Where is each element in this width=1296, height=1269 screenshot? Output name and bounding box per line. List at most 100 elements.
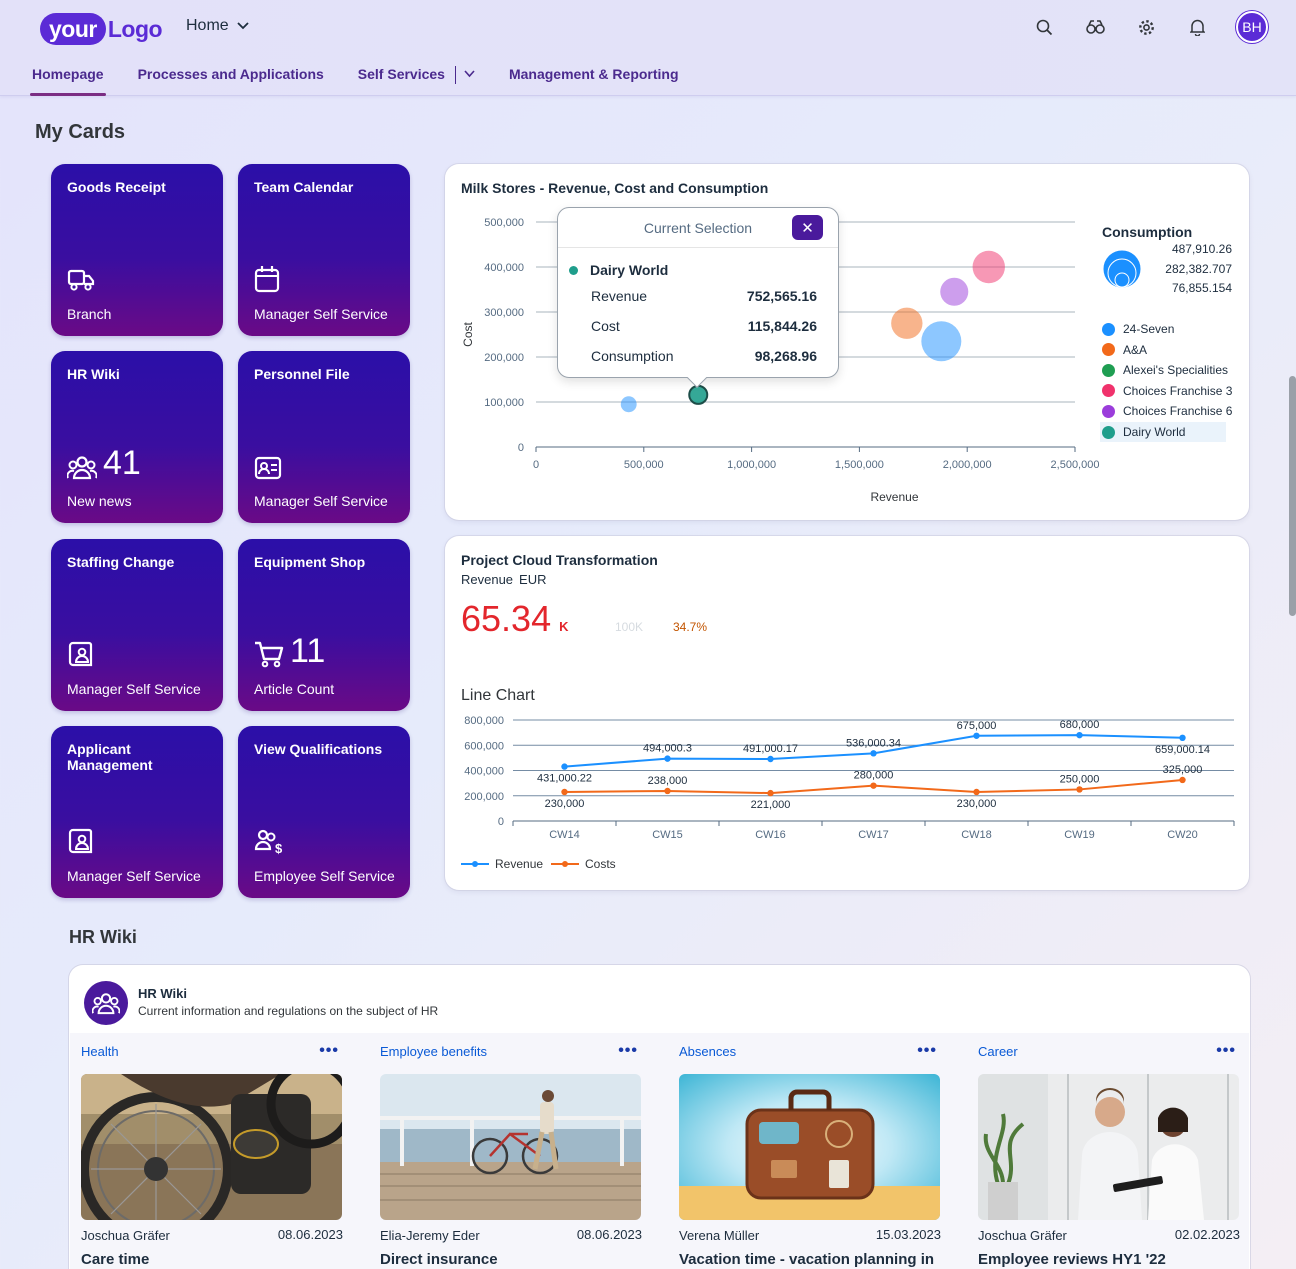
data-label: 536,000.34	[846, 737, 901, 749]
tab-processes-label: Processes and Applications	[137, 66, 324, 82]
person-badge-icon	[68, 828, 93, 854]
wiki-headline[interactable]: Employee reviews HY1 '22	[978, 1251, 1166, 1268]
bubble-a-a[interactable]	[891, 307, 923, 339]
wiki-image-wheelchair[interactable]	[81, 1074, 342, 1220]
wiki-headline[interactable]: Care time	[81, 1251, 149, 1268]
size-legend-value: 487,910.26	[1171, 242, 1232, 256]
data-point-revenue[interactable]	[1179, 734, 1186, 742]
more-options-icon[interactable]: •••	[917, 1042, 937, 1060]
scrollbar-thumb[interactable]	[1289, 376, 1296, 616]
tile-personnel-file[interactable]: Personnel File Manager Self Service	[238, 351, 410, 523]
tile-applicant-management[interactable]: Applicant Management Manager Self Servic…	[51, 726, 223, 898]
data-point-revenue[interactable]	[870, 750, 877, 757]
close-button[interactable]: ✕	[792, 215, 823, 240]
legend-item-24-seven[interactable]: 24-Seven	[1100, 319, 1174, 339]
home-menu-button[interactable]: Home	[186, 17, 249, 35]
wiki-category-link[interactable]: Employee benefits	[380, 1044, 487, 1059]
popover-row-cost: Cost 115,844.26	[591, 318, 817, 334]
popover-series-name: Dairy World	[590, 262, 669, 278]
bubble-24-seven[interactable]	[921, 321, 962, 362]
legend-label: Revenue	[495, 857, 544, 871]
wiki-image-bicycle-pier[interactable]	[380, 1074, 641, 1220]
size-legend-value: 282,382.707	[1165, 262, 1232, 276]
tile-view-qualifications[interactable]: View Qualifications $ Employee Self Serv…	[238, 726, 410, 898]
wiki-category-link[interactable]: Career	[978, 1044, 1018, 1059]
settings-icon[interactable]	[1134, 11, 1159, 43]
more-options-icon[interactable]: •••	[319, 1042, 339, 1060]
popover-value: 115,844.26	[747, 318, 817, 334]
coach-icon[interactable]	[1083, 11, 1108, 43]
data-point-revenue[interactable]	[561, 763, 568, 770]
data-point-revenue[interactable]	[767, 755, 774, 763]
data-point-revenue[interactable]	[973, 732, 980, 739]
wiki-category-link[interactable]: Absences	[679, 1044, 736, 1059]
legend-label: Costs	[585, 857, 616, 871]
tile-equipment-shop[interactable]: Equipment Shop 11 Article Count	[238, 539, 410, 711]
tile-goods-receipt[interactable]: Goods Receipt Branch	[51, 164, 223, 336]
company-logo[interactable]: your Logo	[40, 12, 163, 46]
tile-title: Equipment Shop	[254, 554, 366, 570]
data-label: 238,000	[648, 775, 688, 787]
legend-item-choices-franchise-3[interactable]: Choices Franchise 3	[1100, 381, 1232, 401]
legend-label: Alexei's Specialities	[1123, 363, 1229, 378]
legend-item-choices-franchise-6[interactable]: Choices Franchise 6	[1100, 401, 1232, 421]
data-point-costs[interactable]	[767, 789, 774, 797]
popover-label: Consumption	[591, 348, 674, 364]
tile-title: Team Calendar	[254, 179, 354, 195]
wiki-date: 15.03.2023	[875, 1227, 941, 1242]
wiki-image-suitcase[interactable]	[679, 1074, 940, 1220]
tab-management-and-reporting[interactable]: Management & Reporting	[507, 64, 681, 96]
data-point-costs[interactable]	[973, 788, 980, 796]
legend-item-alexei-s-specialities[interactable]: Alexei's Specialities	[1100, 360, 1228, 380]
y-tick-label: 0	[518, 442, 524, 454]
tile-title: Goods Receipt	[67, 179, 166, 195]
tab-separator	[454, 66, 456, 84]
y-tick-label: 400,000	[464, 766, 504, 778]
tab-homepage[interactable]: Homepage	[30, 64, 106, 96]
more-options-icon[interactable]: •••	[618, 1042, 638, 1060]
bell-icon[interactable]	[1185, 11, 1210, 43]
cart-icon	[255, 641, 284, 668]
tile-hr-wiki[interactable]: HR Wiki 41 New news	[51, 351, 223, 523]
tab-self-services[interactable]: Self Services	[356, 64, 477, 96]
top-navigation: Homepage Processes and Applications Self…	[30, 64, 711, 96]
legend-costs[interactable]: Costs	[551, 857, 616, 871]
avatar[interactable]: BH	[1236, 11, 1268, 43]
data-point-costs[interactable]	[561, 788, 568, 796]
wiki-image-office-meeting[interactable]	[978, 1074, 1239, 1220]
search-icon[interactable]	[1032, 11, 1057, 43]
page-scrollbar[interactable]	[1288, 100, 1296, 1269]
tile-staffing-change[interactable]: Staffing Change Manager Self Service	[51, 539, 223, 711]
data-point-revenue[interactable]	[1076, 731, 1083, 739]
wiki-category-link[interactable]: Health	[81, 1044, 119, 1059]
wiki-card-subtitle: Current information and regulations on t…	[138, 1004, 439, 1018]
legend-item-dairy-world[interactable]: Dairy World	[1100, 422, 1226, 442]
tile-team-calendar[interactable]: Team Calendar Manager Self Service	[238, 164, 410, 336]
wiki-headline[interactable]: Direct insurance	[380, 1251, 498, 1268]
bubble-choices-franchise-6[interactable]	[940, 277, 969, 306]
tab-processes-and-applications[interactable]: Processes and Applications	[136, 64, 326, 96]
chevron-down-icon[interactable]	[464, 66, 475, 82]
tile-subtitle: Article Count	[254, 681, 335, 697]
bubble-dairy-world[interactable]	[688, 384, 709, 405]
tile-subtitle: Manager Self Service	[254, 493, 388, 509]
tile-subtitle: Employee Self Service	[254, 868, 395, 884]
legend-revenue[interactable]: Revenue	[461, 857, 543, 871]
data-point-costs[interactable]	[870, 782, 877, 789]
data-point-revenue[interactable]	[664, 755, 671, 762]
x-tick-label: CW16	[755, 829, 786, 841]
y-tick-label: 0	[498, 816, 504, 828]
data-point-costs[interactable]	[1076, 786, 1083, 793]
y-tick-label: 200,000	[464, 791, 504, 803]
data-point-costs[interactable]	[1179, 776, 1186, 784]
more-options-icon[interactable]: •••	[1216, 1042, 1236, 1060]
data-point-costs[interactable]	[664, 787, 671, 795]
legend-item-a-a[interactable]: A&A	[1100, 340, 1147, 360]
bubble-24-seven[interactable]	[620, 396, 637, 413]
wiki-author: Joschua Gräfer	[978, 1228, 1067, 1243]
group-icon	[67, 456, 97, 480]
x-tick-label: 2,000,000	[943, 459, 992, 471]
bubble-choices-franchise-3[interactable]	[972, 250, 1005, 284]
wiki-headline[interactable]: Vacation time - vacation planning in	[679, 1251, 934, 1268]
y-tick-label: 200,000	[484, 352, 524, 364]
